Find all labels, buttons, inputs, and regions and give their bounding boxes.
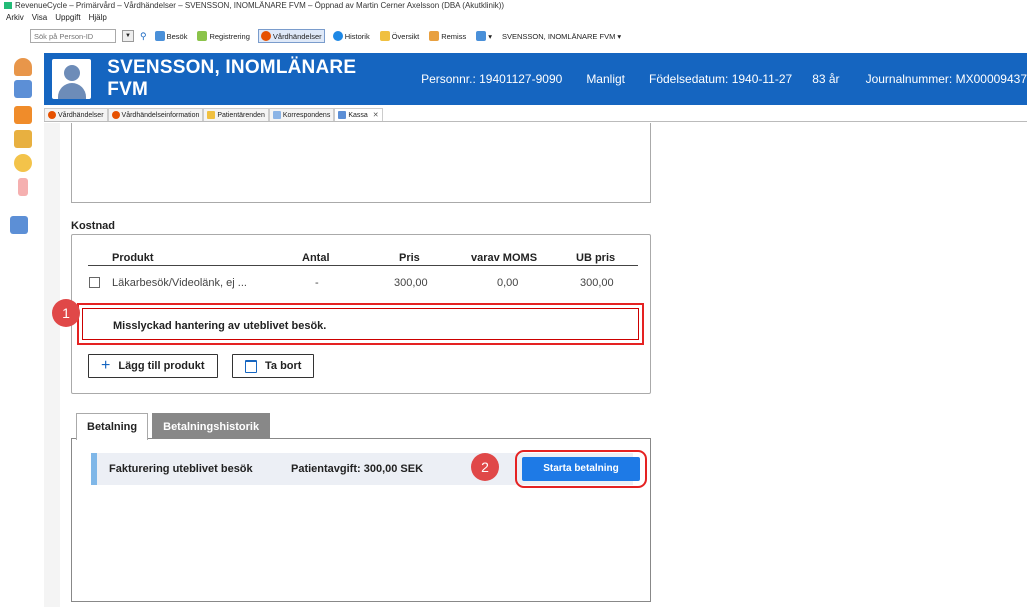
- product-quantity: -: [315, 277, 319, 289]
- kostnad-title: Kostnad: [71, 220, 115, 232]
- window-title: RevenueCycle – Primärvård – Vårdhändelse…: [15, 1, 505, 10]
- clock-icon: [260, 31, 271, 41]
- top-panel: [71, 123, 651, 203]
- clock-icon: [48, 111, 56, 119]
- document-tabs: Vårdhändelser Vårdhändelseinformation Pa…: [44, 108, 1027, 122]
- toolbar-besok[interactable]: Besök: [153, 30, 190, 42]
- callout-badge-2: 2: [471, 453, 499, 481]
- referral-icon: [429, 31, 440, 41]
- tab-vardhandelser[interactable]: Vårdhändelser: [44, 108, 108, 121]
- toolbar-historik[interactable]: Historik: [331, 30, 372, 42]
- toolbar-vardhandelser[interactable]: Vårdhändelser: [257, 29, 325, 43]
- history-icon: [332, 31, 343, 41]
- clipboard-icon[interactable]: [14, 130, 32, 148]
- toolbar-oversikt[interactable]: Översikt: [378, 30, 422, 42]
- person-icon[interactable]: [14, 58, 32, 76]
- callout-badge-1: 1: [52, 299, 80, 327]
- tab-kassa[interactable]: Kassa ✕: [334, 108, 383, 121]
- tab-korrespondens[interactable]: Korrespondens: [268, 108, 335, 121]
- menu-hjalp[interactable]: Hjälp: [89, 12, 107, 24]
- tab-betalningshistorik[interactable]: Betalningshistorik: [152, 413, 271, 439]
- person-id-search-input[interactable]: [30, 29, 116, 43]
- window-title-bar: RevenueCycle – Primärvård – Vårdhändelse…: [0, 0, 1027, 12]
- content-gutter: [44, 123, 60, 607]
- error-message-box: Misslyckad hantering av uteblivet besök.: [77, 303, 644, 345]
- close-icon[interactable]: ✕: [373, 111, 379, 119]
- kostnad-panel: Produkt Antal Pris varav MOMS UB pris Lä…: [71, 234, 651, 394]
- error-message: Misslyckad hantering av uteblivet besök.: [113, 320, 327, 332]
- header-divider: [88, 265, 638, 266]
- tab-betalning[interactable]: Betalning: [76, 413, 149, 440]
- left-icon-bar: [0, 50, 44, 607]
- app-icon: [4, 2, 12, 10]
- payment-panel: Fakturering uteblivet besök Patientavgif…: [71, 438, 651, 602]
- overview-icon: [379, 31, 390, 41]
- remove-button[interactable]: Ta bort: [232, 354, 315, 378]
- gender: Manligt: [586, 72, 625, 86]
- col-antal: Antal: [302, 252, 330, 264]
- tab-patientarenden[interactable]: Patientärenden: [203, 108, 269, 121]
- age: 83 år: [812, 72, 840, 86]
- pen-icon[interactable]: [18, 178, 28, 196]
- avatar: [52, 59, 92, 99]
- search-dropdown-button[interactable]: ▼: [122, 30, 134, 42]
- chat-icon[interactable]: [14, 154, 32, 172]
- payment-row: Fakturering uteblivet besök Patientavgif…: [91, 450, 647, 488]
- product-moms: 0,00: [497, 277, 519, 289]
- product-price: 300,00: [394, 277, 428, 289]
- personnr: Personnr.: 19401127-9090: [421, 72, 563, 86]
- product-row-checkbox[interactable]: [89, 277, 100, 288]
- share-icon: [476, 31, 487, 41]
- birth-date: Födelsedatum: 1940-11-27: [649, 72, 793, 86]
- search-icon[interactable]: ⚲: [140, 31, 147, 42]
- cash-icon: [338, 111, 347, 119]
- grid-menu-icon[interactable]: [10, 216, 28, 234]
- tab-vardhandelseinformation[interactable]: Vårdhändelseinformation: [107, 108, 204, 121]
- menu-uppgift[interactable]: Uppgift: [55, 12, 80, 24]
- menu-bar: Arkiv Visa Uppgift Hjälp: [6, 12, 107, 24]
- calendar-clock-icon[interactable]: [14, 80, 32, 98]
- plus-icon: +: [101, 357, 111, 374]
- add-product-button[interactable]: + Lägg till produkt: [88, 354, 218, 378]
- toolbar-remiss[interactable]: Remiss: [427, 30, 468, 42]
- patient-selector[interactable]: SVENSSON, INOMLÄNARE FVM ▾: [500, 31, 623, 42]
- kassa-content: Kostnad Produkt Antal Pris varav MOMS UB…: [44, 123, 1027, 607]
- product-ub-price: 300,00: [580, 277, 614, 289]
- clock-icon: [111, 111, 120, 119]
- payment-tabs: Betalning Betalningshistorik: [76, 413, 271, 440]
- main-toolbar: ▼ ⚲ Besök Registrering Vårdhändelser His…: [0, 25, 1027, 47]
- start-payment-button[interactable]: Starta betalning: [515, 450, 647, 488]
- mail-icon: [272, 111, 281, 119]
- toolbar-more[interactable]: ▾: [474, 30, 494, 42]
- menu-arkiv[interactable]: Arkiv: [6, 12, 24, 24]
- trash-icon: [245, 359, 257, 373]
- patient-fee: Patientavgift: 300,00 SEK: [291, 463, 424, 475]
- col-produkt: Produkt: [112, 252, 154, 264]
- book-icon[interactable]: [14, 106, 32, 124]
- chevron-down-icon: ▾: [617, 31, 622, 41]
- col-moms: varav MOMS: [471, 252, 538, 264]
- toolbar-registrering[interactable]: Registrering: [195, 30, 251, 42]
- col-pris: Pris: [399, 252, 420, 264]
- folder-icon: [207, 111, 216, 119]
- product-name: Läkarbesök/Videolänk, ej ...: [112, 277, 247, 289]
- menu-visa[interactable]: Visa: [32, 12, 47, 24]
- pencil-icon: [197, 31, 208, 41]
- payment-item-label: Fakturering uteblivet besök: [109, 463, 253, 475]
- patient-name: SVENSSON, INOMLÄNARE FVM: [107, 57, 357, 100]
- col-ub-pris: UB pris: [576, 252, 616, 264]
- calendar-icon: [154, 31, 165, 41]
- journal-number: Journalnummer: MX00009437: [865, 72, 1027, 86]
- patient-header: SVENSSON, INOMLÄNARE FVM Personnr.: 1940…: [44, 53, 1027, 105]
